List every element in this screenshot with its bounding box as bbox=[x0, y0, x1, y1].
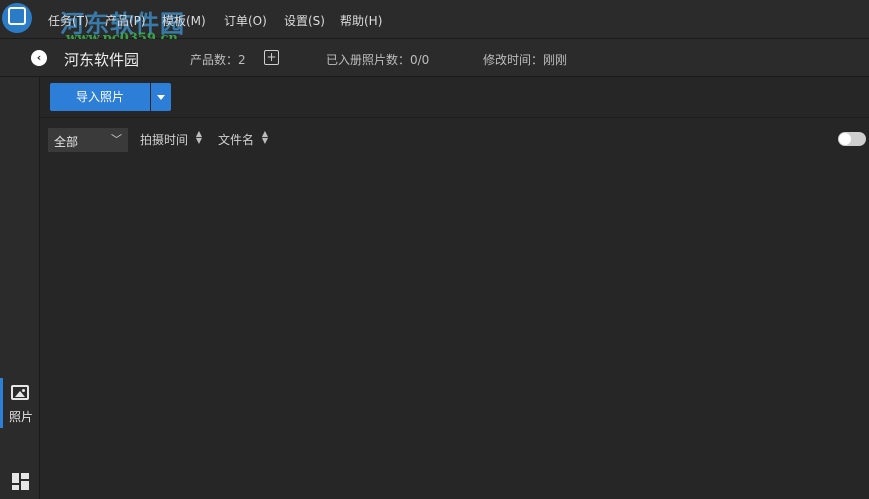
caret-down-icon bbox=[157, 95, 165, 100]
modified-time: 修改时间：刚刚 bbox=[483, 53, 568, 67]
left-sidebar: 照片 bbox=[0, 77, 40, 499]
menu-task[interactable]: 任务(T) bbox=[48, 12, 89, 29]
project-name: 河东软件园 bbox=[64, 51, 140, 69]
menu-order[interactable]: 订单(O) bbox=[224, 12, 267, 29]
view-toggle[interactable] bbox=[838, 132, 866, 146]
sidebar-item-label: 照片 bbox=[9, 410, 34, 424]
add-product-button[interactable]: + bbox=[264, 50, 279, 65]
sort-by-filename[interactable]: 文件名 bbox=[218, 131, 254, 148]
chevron-down-icon: ﹀ bbox=[111, 133, 122, 146]
project-header: ‹ 河东软件园 产品数：2 + 已入册照片数：0/0 修改时间：刚刚 bbox=[0, 39, 869, 77]
filter-select[interactable]: 全部 ﹀ bbox=[48, 128, 128, 152]
chevron-left-icon: ‹ bbox=[36, 51, 42, 64]
sidebar-item-photos[interactable]: 照片 bbox=[0, 378, 39, 428]
active-indicator bbox=[0, 378, 3, 428]
import-options-dropdown[interactable] bbox=[151, 83, 171, 111]
menu-settings[interactable]: 设置(S) bbox=[284, 12, 325, 29]
registered-photos-count: 已入册照片数：0/0 bbox=[326, 53, 430, 67]
import-photos-button[interactable]: 导入照片 bbox=[50, 83, 150, 111]
menu-product[interactable]: 产品(P) bbox=[105, 12, 146, 29]
product-count: 产品数：2 bbox=[190, 53, 246, 67]
sort-by-time[interactable]: 拍摄时间 bbox=[140, 131, 188, 148]
photo-toolbar: 导入照片 bbox=[40, 77, 869, 118]
menu-help[interactable]: 帮助(H) bbox=[340, 12, 382, 29]
menu-bar: 河东软件园 www.pc0359.cn 任务(T) 产品(P) 模板(M) 订单… bbox=[0, 0, 869, 46]
menu-template[interactable]: 模板(M) bbox=[162, 12, 206, 29]
toggle-knob bbox=[839, 133, 851, 145]
app-logo-icon bbox=[2, 3, 32, 33]
sort-updown-icon[interactable]: ▲ ▼ bbox=[194, 130, 204, 146]
plus-square-icon: + bbox=[266, 50, 277, 64]
image-icon bbox=[11, 385, 29, 400]
grid-layout-icon[interactable] bbox=[12, 473, 29, 490]
filter-selected-value: 全部 bbox=[54, 135, 79, 149]
sort-updown-icon[interactable]: ▲ ▼ bbox=[260, 130, 270, 146]
back-button[interactable]: ‹ bbox=[31, 50, 47, 66]
